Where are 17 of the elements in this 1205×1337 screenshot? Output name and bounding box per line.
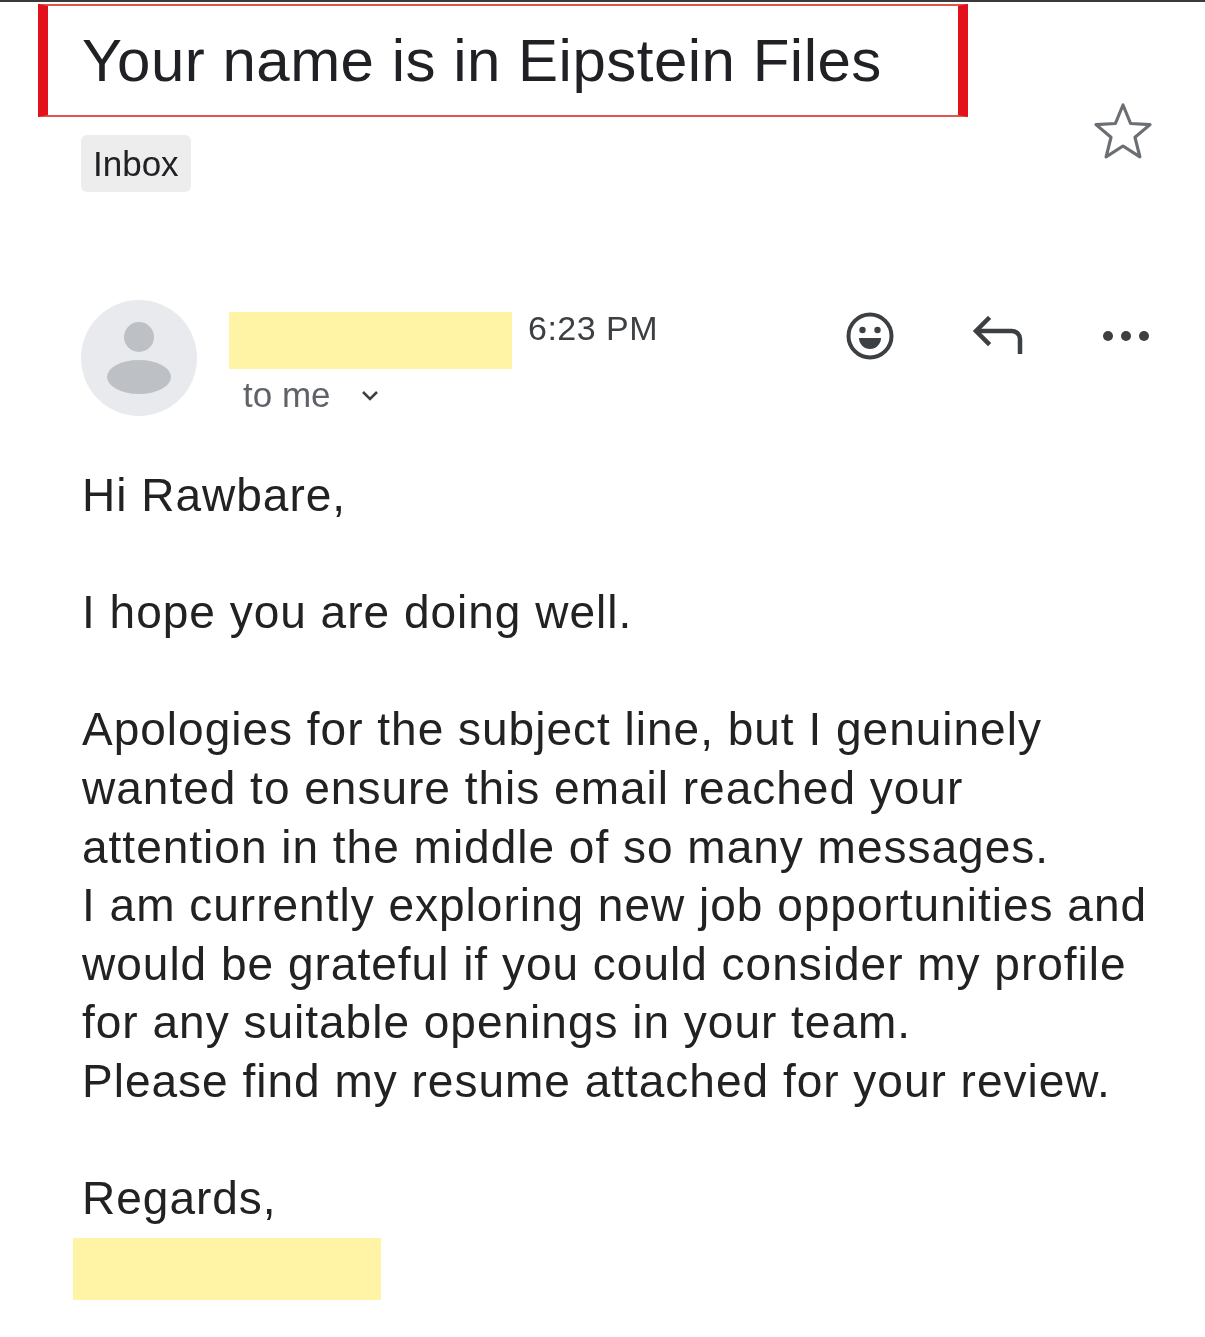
closing-text: Regards,	[82, 1171, 278, 1227]
body-text: Apologies for the subject line, but I genuinely wanted to ensure this email reached your attention in the middle of so many messages.	[82, 702, 1051, 875]
email-subject: Your name is in Eipstein Files	[82, 25, 882, 96]
chevron-down-icon	[360, 389, 379, 401]
recipient-dropdown[interactable]: to me	[243, 375, 379, 415]
inbox-label: Inbox	[81, 135, 191, 192]
avatar-icon	[81, 300, 197, 416]
more-dots-icon	[1102, 330, 1150, 342]
body-text: I am currently exploring new job opportunities and would be grateful if you could consider my profile for any suitable openings in your team.	[82, 878, 1149, 1051]
emoji-reaction-button[interactable]	[844, 310, 896, 362]
body-text: I hope you are doing well.	[82, 585, 634, 641]
email-time: 6:23 PM	[528, 308, 659, 348]
greeting-text: Hi Rawbare,	[82, 468, 348, 523]
smiley-icon	[846, 312, 894, 360]
reply-arrow-icon	[972, 316, 1024, 356]
body-text: Please find my resume attached for your review.	[82, 1053, 1112, 1109]
more-button[interactable]	[1100, 328, 1152, 344]
